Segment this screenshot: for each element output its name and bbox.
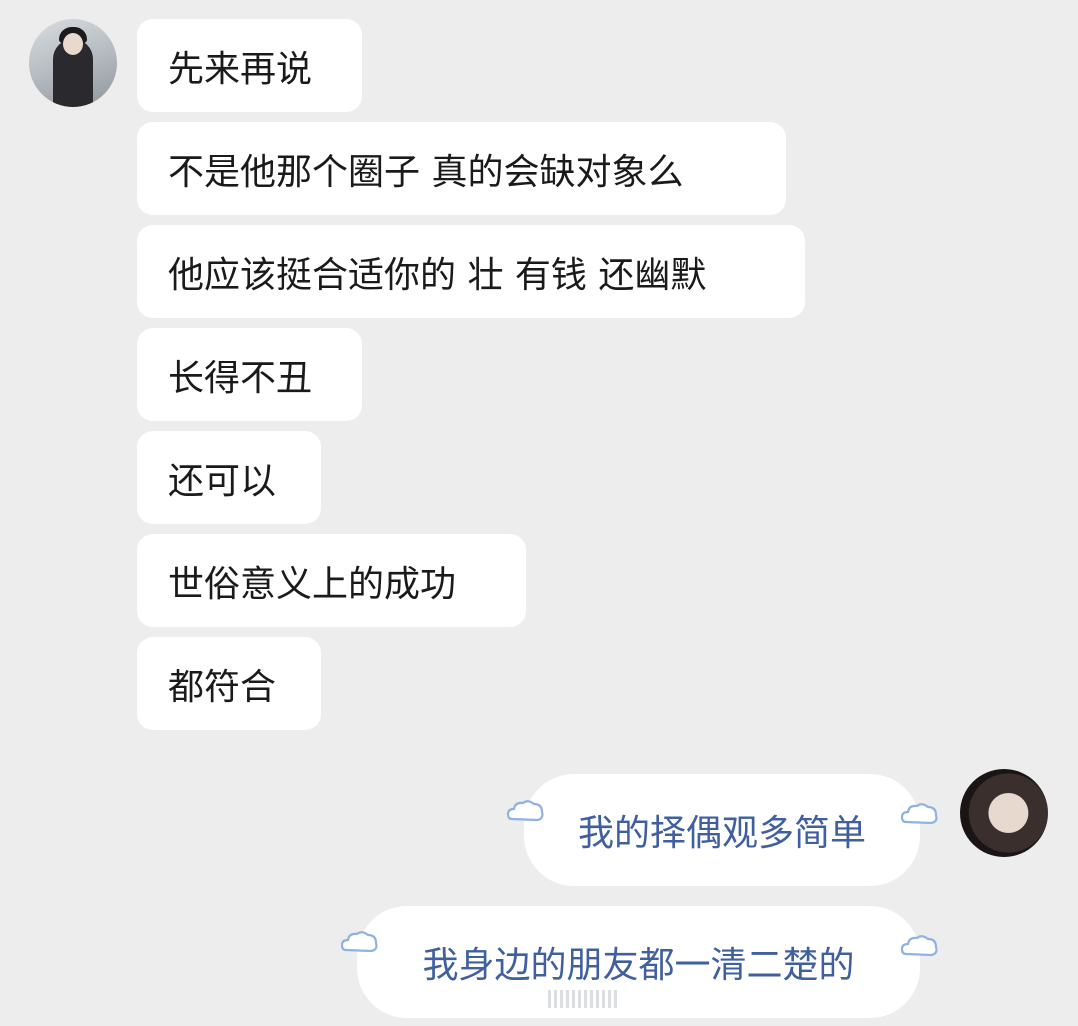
message-text: 世俗意义上的成功: [168, 563, 457, 605]
message-text: 我身边的朋友都一清二楚的: [422, 945, 855, 986]
incoming-message-bubble[interactable]: 长得不丑: [137, 328, 362, 421]
incoming-message-bubble[interactable]: 还可以: [137, 431, 321, 524]
cloud-icon: [900, 800, 940, 830]
incoming-message-bubble[interactable]: 先来再说: [137, 19, 362, 112]
user-avatar[interactable]: [960, 769, 1048, 857]
message-text: 还可以: [168, 460, 277, 502]
cloud-icon: [506, 797, 546, 827]
message-text: 我的择偶观多简单: [577, 813, 866, 854]
contact-avatar[interactable]: [29, 19, 117, 107]
incoming-message-bubble[interactable]: 世俗意义上的成功: [137, 534, 526, 627]
message-text: 都符合: [168, 666, 277, 708]
cloud-icon: [900, 932, 940, 962]
message-text: 长得不丑: [168, 357, 313, 399]
message-text: 不是他那个圈子 真的会缺对象么: [168, 151, 684, 193]
watermark-mark: [548, 988, 628, 1010]
message-text: 他应该挺合适你的 壮 有钱 还幽默: [168, 254, 707, 296]
outgoing-message-bubble[interactable]: 我的择偶观多简单: [524, 774, 920, 886]
incoming-message-bubble[interactable]: 不是他那个圈子 真的会缺对象么: [137, 122, 786, 215]
message-text: 先来再说: [168, 48, 313, 90]
incoming-message-bubble[interactable]: 都符合: [137, 637, 321, 730]
incoming-message-bubble[interactable]: 他应该挺合适你的 壮 有钱 还幽默: [137, 225, 805, 318]
outgoing-message-bubble[interactable]: 我身边的朋友都一清二楚的: [357, 906, 920, 1018]
cloud-icon: [340, 928, 380, 958]
avatar-face: [63, 33, 83, 55]
